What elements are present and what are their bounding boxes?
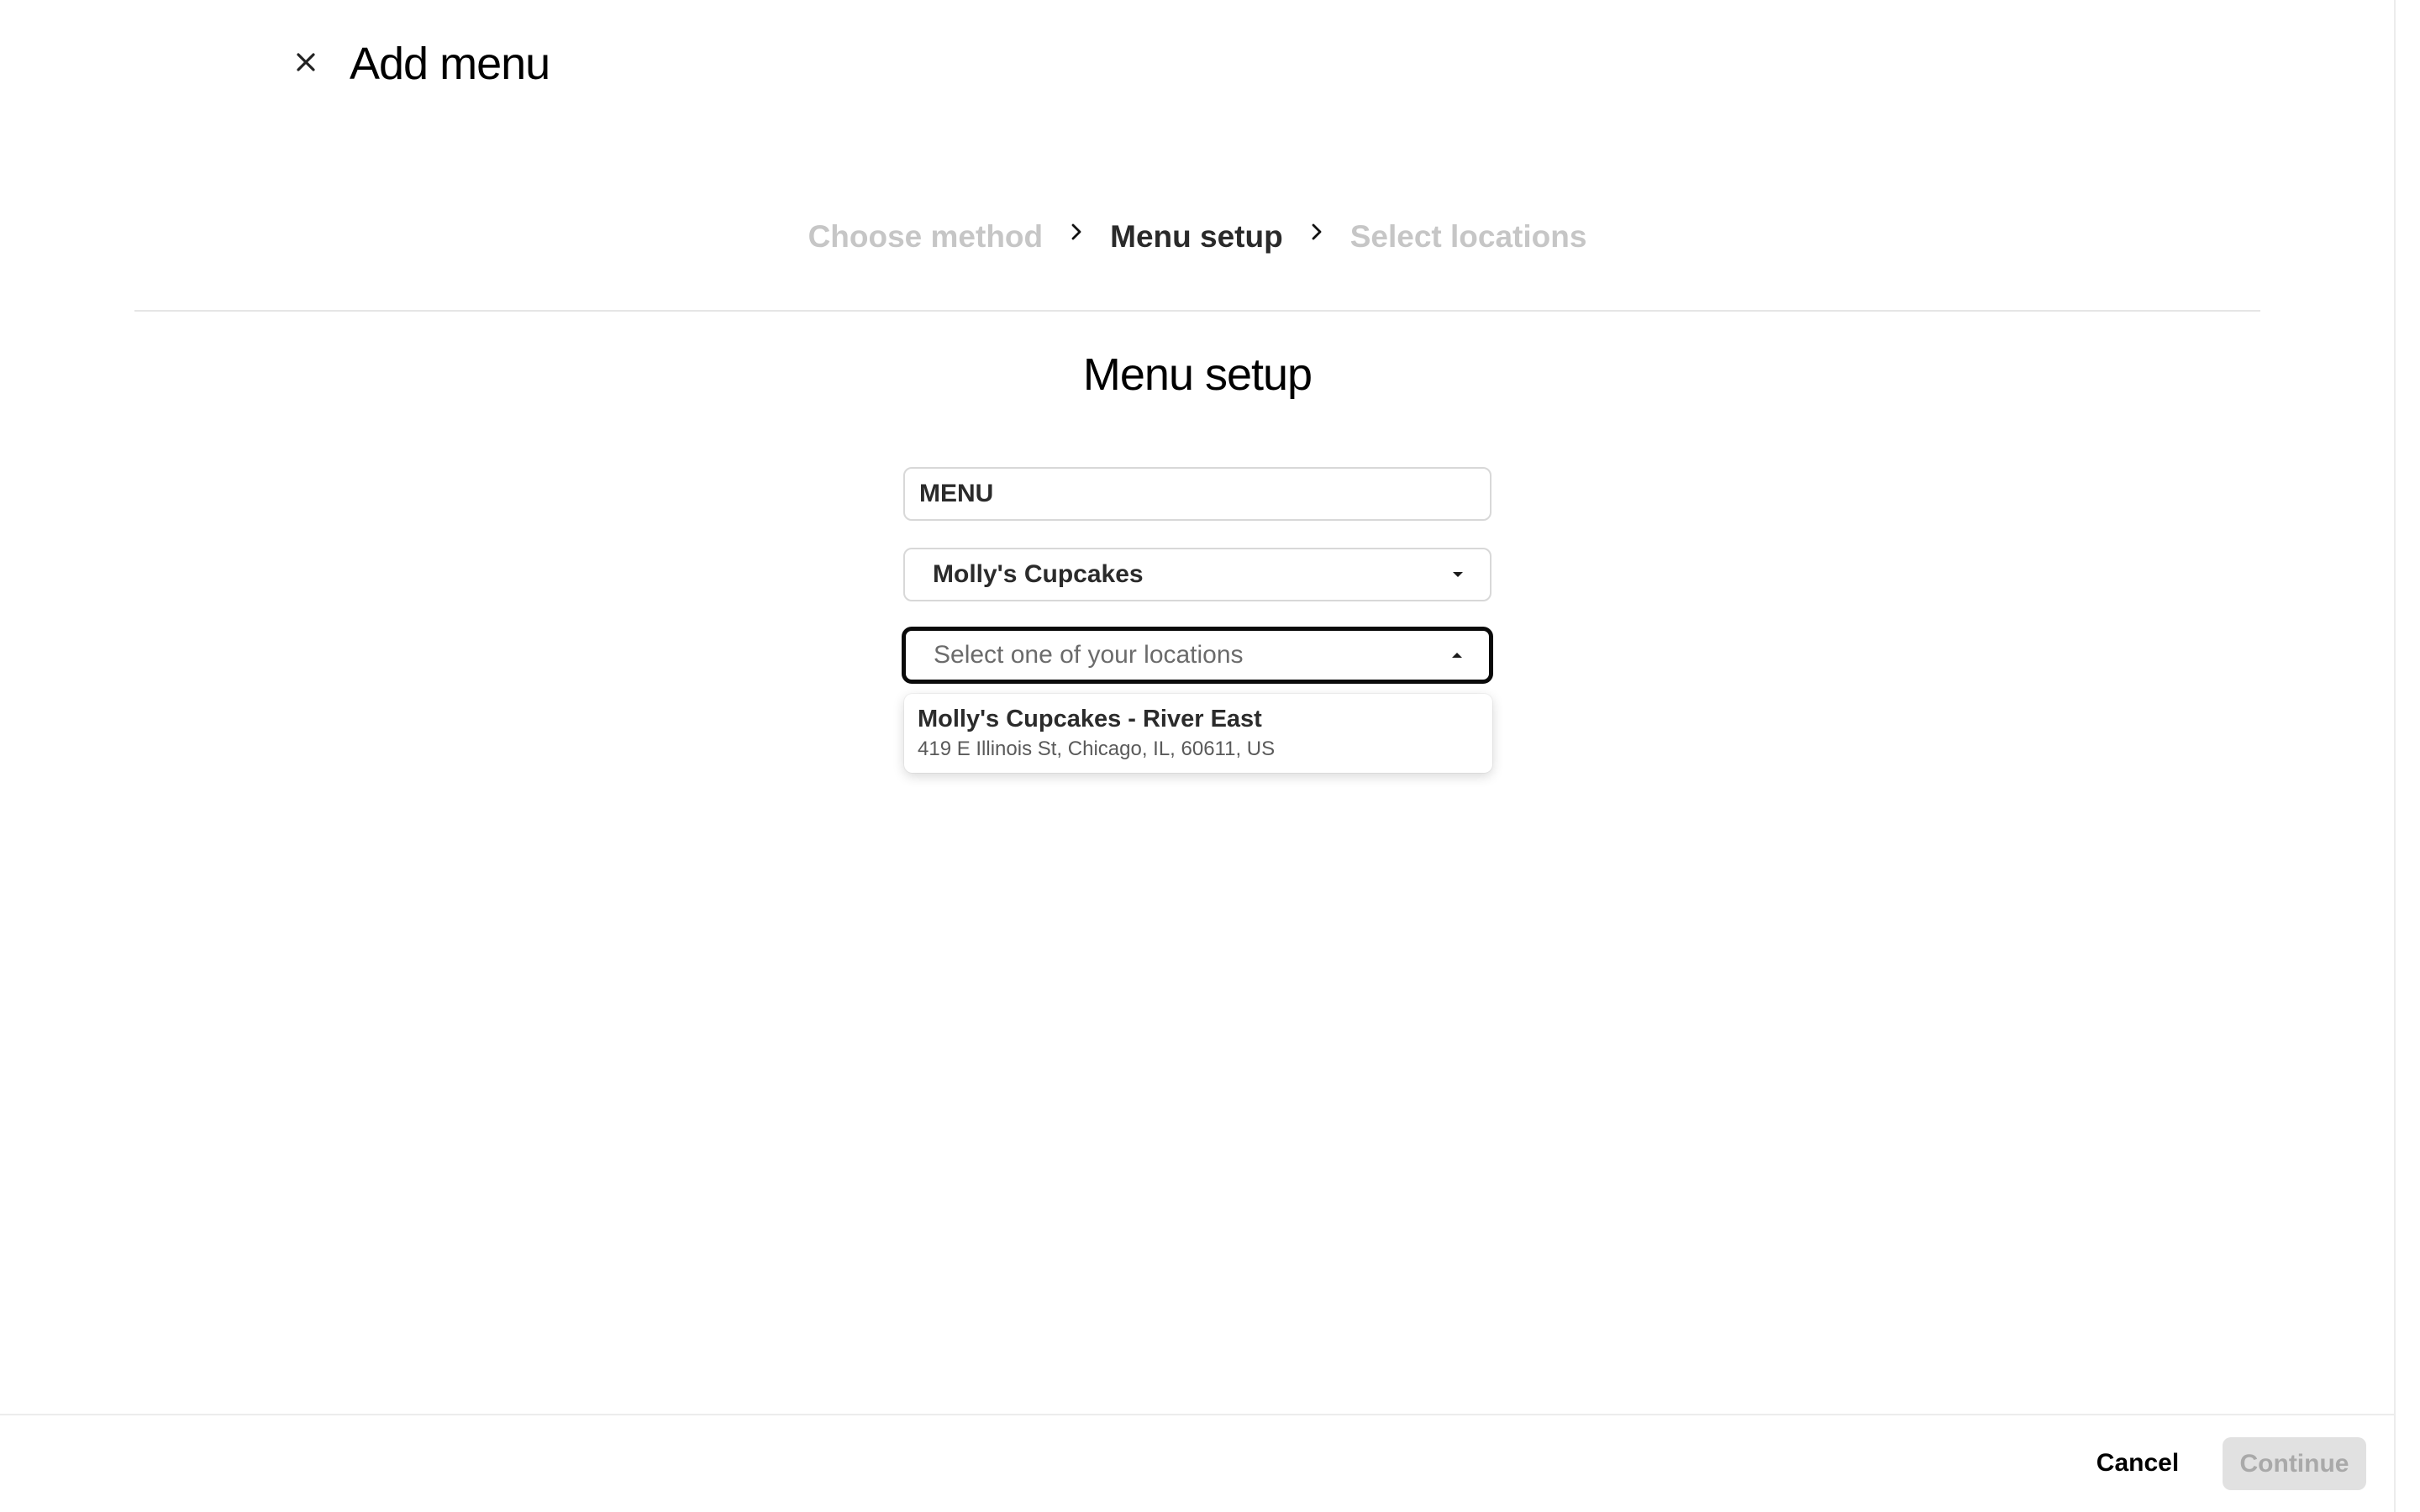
footer-divider: [0, 1414, 2395, 1415]
section-title: Menu setup: [1082, 349, 1313, 400]
menu-name-input[interactable]: MENU: [903, 467, 1491, 521]
menu-name-value: MENU: [919, 480, 994, 507]
brand-select[interactable]: Molly's Cupcakes: [903, 548, 1491, 601]
location-dropdown: Molly's Cupcakes - River East 419 E Illi…: [904, 694, 1492, 773]
caret-up-icon: [1450, 651, 1464, 659]
close-button[interactable]: [287, 44, 324, 81]
page-title: Add menu: [350, 39, 550, 89]
add-menu-page: Add menu Choose method Menu setup Select…: [0, 0, 2420, 1512]
step-choose-method: Choose method: [808, 219, 1044, 254]
step-menu-setup: Menu setup: [1110, 219, 1283, 254]
close-icon: [297, 53, 315, 71]
location-select-placeholder: Select one of your locations: [934, 641, 1244, 669]
location-option-address: 419 E Illinois St, Chicago, IL, 60611, U…: [918, 738, 1276, 760]
location-option[interactable]: Molly's Cupcakes - River East 419 E Illi…: [904, 694, 1492, 771]
continue-button[interactable]: Continue: [2223, 1437, 2366, 1490]
header-divider: [134, 310, 2260, 312]
cancel-button[interactable]: Cancel: [2079, 1438, 2196, 1488]
location-select[interactable]: Select one of your locations: [902, 627, 1493, 684]
chevron-right-icon: [1283, 223, 1350, 241]
caret-down-icon: [1451, 570, 1465, 579]
step-select-locations: Select locations: [1349, 219, 1587, 254]
stepper: Choose method Menu setup Select location…: [0, 212, 2395, 262]
location-option-name: Molly's Cupcakes - River East: [918, 706, 1262, 732]
chevron-right-icon: [1043, 223, 1110, 241]
brand-select-value: Molly's Cupcakes: [933, 560, 1144, 588]
